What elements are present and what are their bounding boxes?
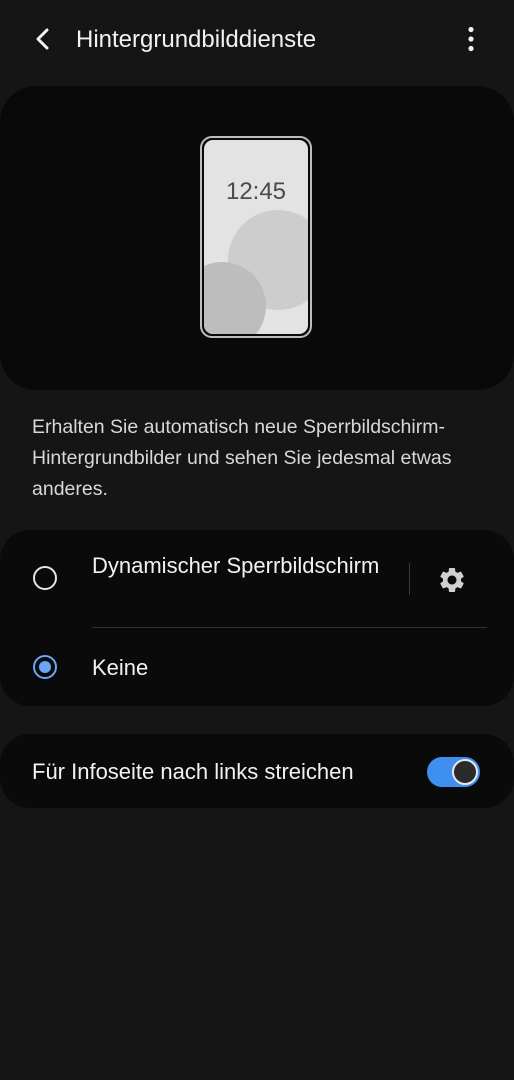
back-button[interactable] bbox=[22, 18, 64, 60]
option-none[interactable]: Keine bbox=[0, 630, 514, 706]
divider bbox=[409, 563, 410, 595]
option-dynamic-lockscreen[interactable]: Dynamischer Sperrbildschirm bbox=[0, 530, 514, 628]
service-description: Erhalten Sie automatisch neue Sperrbilds… bbox=[32, 416, 452, 500]
more-vertical-icon bbox=[468, 26, 474, 52]
dynamic-lockscreen-settings-button[interactable] bbox=[432, 560, 472, 600]
app-bar: Hintergrundbilddienste bbox=[0, 0, 514, 80]
phone-preview-screen: 12:45 bbox=[204, 140, 308, 334]
more-options-button[interactable] bbox=[450, 18, 492, 60]
radio-dynamic-lockscreen[interactable] bbox=[33, 566, 57, 590]
phone-preview: 12:45 bbox=[200, 136, 312, 338]
wallpaper-service-options: Dynamischer Sperrbildschirm Keine bbox=[0, 530, 514, 706]
chevron-left-icon bbox=[36, 28, 49, 50]
divider bbox=[92, 627, 487, 628]
radio-none[interactable] bbox=[33, 655, 57, 679]
preview-clock: 12:45 bbox=[225, 178, 287, 205]
swipe-setting-label: Für Infoseite nach links streichen bbox=[32, 759, 354, 784]
option-label: Dynamischer Sperrbildschirm bbox=[92, 553, 380, 578]
radio-selected-dot bbox=[39, 661, 51, 673]
option-label: Keine bbox=[92, 655, 149, 680]
swipe-info-page-setting[interactable]: Für Infoseite nach links streichen bbox=[0, 734, 514, 808]
toggle-knob bbox=[452, 759, 478, 785]
lockscreen-preview-card: 12:45 bbox=[0, 86, 514, 390]
gear-icon bbox=[440, 568, 464, 592]
wallpaper-services-screen: Hintergrundbilddienste 12:45 Erhalten Si… bbox=[0, 0, 514, 1080]
swipe-setting-toggle[interactable] bbox=[427, 757, 480, 787]
page-title: Hintergrundbilddienste bbox=[76, 26, 317, 53]
